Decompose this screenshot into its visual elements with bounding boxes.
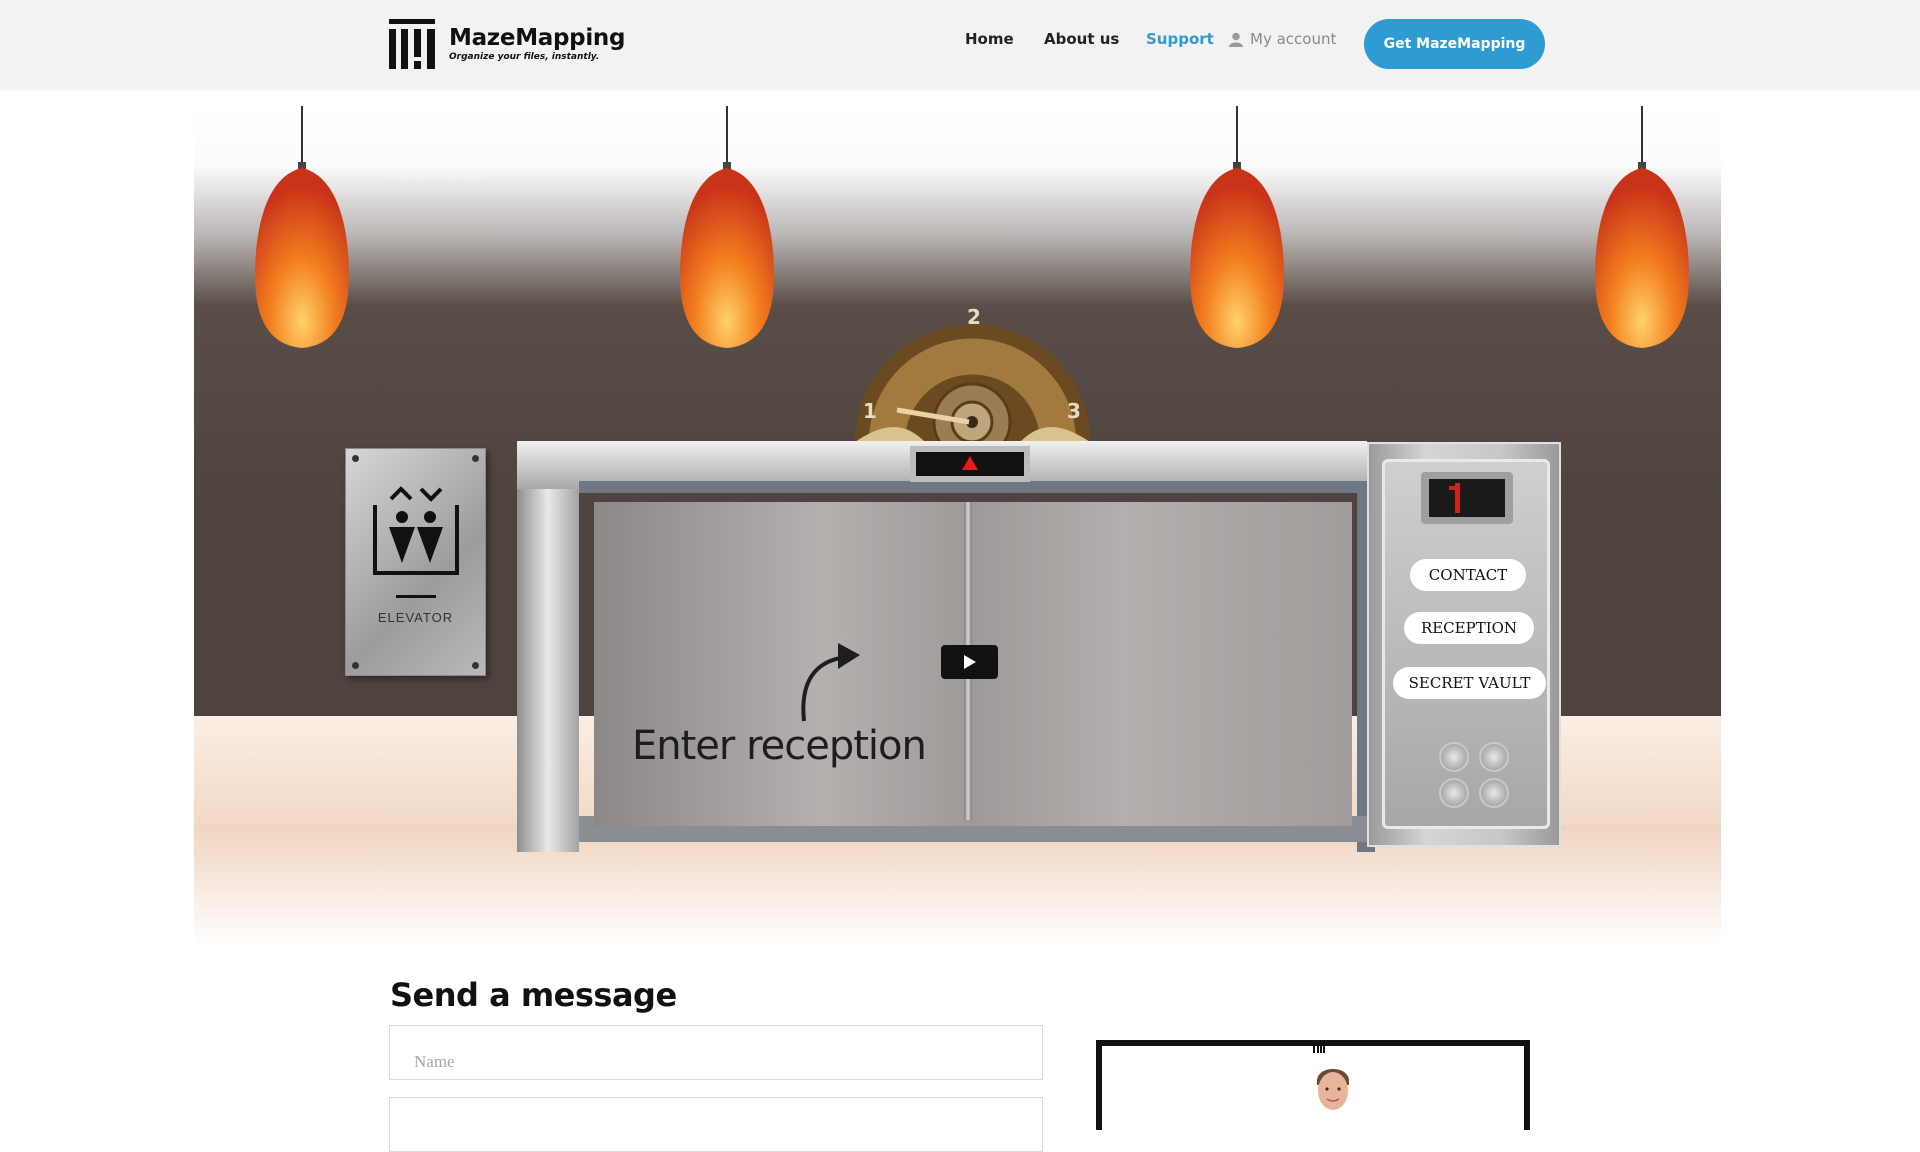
floor-dial-icon: 1 2 3	[855, 305, 1090, 448]
elevator-hero: Home / Contact ELEVATOR 1 2 3 Enter rece…	[194, 106, 1721, 948]
elevator-people-icon	[373, 486, 459, 598]
door-open-button[interactable]	[1439, 742, 1469, 772]
logo-mark-icon	[389, 19, 435, 69]
brand-logo[interactable]: MazeMapping Organize your files, instant…	[389, 19, 625, 69]
brand-tagline: Organize your files, instantly.	[449, 52, 600, 62]
alarm-button[interactable]	[1479, 778, 1509, 808]
curved-arrow-icon	[801, 643, 860, 722]
dial-label-2: 2	[967, 305, 981, 329]
nav-about-link[interactable]: About us	[1044, 30, 1119, 48]
name-field[interactable]	[389, 1025, 1043, 1080]
elevator-sign-label: ELEVATOR	[377, 610, 454, 625]
pendant-lamp-icon	[1190, 106, 1284, 348]
reception-button[interactable]: RECEPTION	[1404, 612, 1534, 644]
play-video-button[interactable]	[941, 645, 998, 679]
enter-reception-caption: Enter reception	[632, 723, 927, 769]
brand-name: MazeMapping	[449, 25, 626, 51]
email-field[interactable]	[389, 1097, 1043, 1152]
elevator-sign: ELEVATOR	[345, 448, 486, 676]
get-mazemapping-button[interactable]: Get MazeMapping	[1364, 19, 1545, 69]
nav-account-label: My account	[1250, 30, 1337, 48]
avatar	[1307, 1061, 1359, 1115]
nav-home-link[interactable]: Home	[965, 30, 1014, 48]
dial-label-1: 1	[863, 399, 877, 423]
dial-label-3: 3	[1067, 399, 1081, 423]
floor-display-icon	[1421, 472, 1513, 524]
small-logo-icon	[1313, 1041, 1325, 1053]
door-hold-button[interactable]	[1439, 778, 1469, 808]
nav-account-link[interactable]: My account	[1229, 30, 1336, 48]
send-message-heading: Send a message	[390, 976, 677, 1014]
pendant-lamp-icon	[680, 106, 774, 348]
pendant-lamp-icon	[1595, 106, 1689, 348]
secret-vault-button[interactable]: SECRET VAULT	[1393, 667, 1546, 699]
door-close-button[interactable]	[1479, 742, 1509, 772]
pendant-lamp-icon	[255, 106, 349, 348]
nav-support-link[interactable]: Support	[1146, 30, 1214, 48]
user-icon	[1229, 32, 1243, 47]
play-icon	[963, 655, 976, 669]
breadcrumb: Home / Contact	[390, 168, 488, 184]
site-header: MazeMapping Organize your files, instant…	[0, 0, 1920, 88]
contact-button[interactable]: CONTACT	[1410, 559, 1526, 591]
elevator-control-panel: CONTACT RECEPTION SECRET VAULT	[1367, 442, 1561, 847]
up-arrow-indicator-icon	[910, 446, 1030, 482]
